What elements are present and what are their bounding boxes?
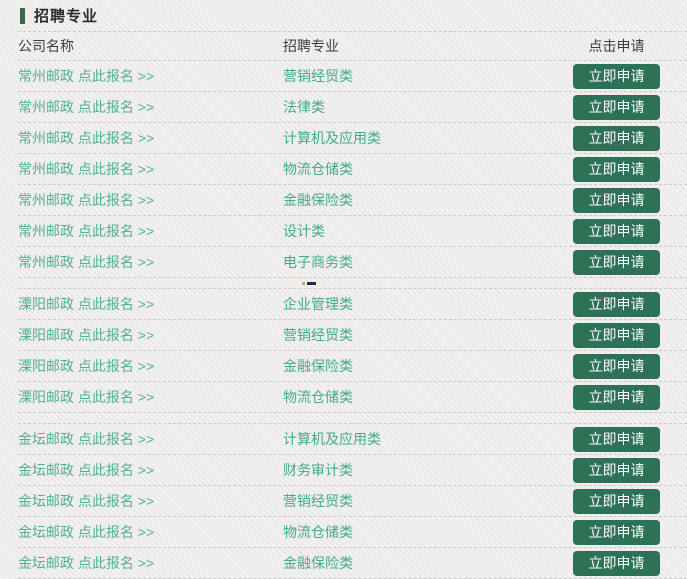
- table-row: 常州邮政 点此报名 >> 金融保险类 立即申请: [18, 185, 687, 216]
- table-row: 金坛邮政 点此报名 >> 计算机及应用类 立即申请: [18, 424, 687, 455]
- table-row: 金坛邮政 点此报名 >> 营销经贸类 立即申请: [18, 486, 687, 517]
- company-signup-link[interactable]: 常州邮政 点此报名 >>: [18, 66, 283, 86]
- table-row: 常州邮政 点此报名 >> 计算机及应用类 立即申请: [18, 123, 687, 154]
- apply-button[interactable]: 立即申请: [573, 63, 660, 89]
- apply-cell: 立即申请: [573, 353, 687, 379]
- table-row: 溧阳邮政 点此报名 >> 金融保险类 立即申请: [18, 351, 687, 382]
- apply-cell: 立即申请: [573, 426, 687, 452]
- apply-cell: 立即申请: [573, 322, 687, 348]
- table-row: 溧阳邮政 点此报名 >> 企业管理类 立即申请: [18, 289, 687, 320]
- apply-button[interactable]: 立即申请: [573, 218, 660, 244]
- apply-button[interactable]: 立即申请: [573, 384, 660, 410]
- company-signup-link[interactable]: 溧阳邮政 点此报名 >>: [18, 325, 283, 345]
- apply-cell: 立即申请: [573, 125, 687, 151]
- apply-cell: 立即申请: [573, 249, 687, 275]
- apply-cell: 立即申请: [573, 156, 687, 182]
- table-row: 常州邮政 点此报名 >> 法律类 立即申请: [18, 92, 687, 123]
- apply-cell: 立即申请: [573, 291, 687, 317]
- company-signup-link[interactable]: 常州邮政 点此报名 >>: [18, 97, 283, 117]
- major-label: 营销经贸类: [283, 327, 353, 343]
- apply-button[interactable]: 立即申请: [573, 519, 660, 545]
- company-signup-link[interactable]: 溧阳邮政 点此报名 >>: [18, 387, 283, 407]
- major-label: 财务审计类: [283, 462, 353, 478]
- column-header-company: 公司名称: [18, 38, 74, 54]
- apply-cell: 立即申请: [573, 94, 687, 120]
- company-signup-link[interactable]: 金坛邮政 点此报名 >>: [18, 429, 283, 449]
- apply-cell: 立即申请: [573, 550, 687, 576]
- major-label: 物流仓储类: [283, 389, 353, 405]
- table-row: 常州邮政 点此报名 >> 营销经贸类 立即申请: [18, 61, 687, 92]
- major-label: 金融保险类: [283, 555, 353, 571]
- company-signup-link[interactable]: 溧阳邮政 点此报名 >>: [18, 294, 283, 314]
- major-label: 计算机及应用类: [283, 431, 381, 447]
- apply-button[interactable]: 立即申请: [573, 488, 660, 514]
- group-spacer: [18, 278, 687, 289]
- apply-button[interactable]: 立即申请: [573, 550, 660, 576]
- company-signup-link[interactable]: 常州邮政 点此报名 >>: [18, 252, 283, 272]
- apply-button[interactable]: 立即申请: [573, 249, 660, 275]
- recruitment-page: 招聘专业 公司名称 招聘专业 点击申请 常州邮政 点此报名 >> 营销经贸类 立…: [0, 0, 687, 579]
- table-row: 金坛邮政 点此报名 >> 金融保险类 立即申请: [18, 548, 687, 579]
- table-row: 金坛邮政 点此报名 >> 物流仓储类 立即申请: [18, 517, 687, 548]
- accent-bar-icon: [20, 7, 25, 24]
- major-label: 企业管理类: [283, 296, 353, 312]
- company-signup-link[interactable]: 金坛邮政 点此报名 >>: [18, 460, 283, 480]
- table-row: 溧阳邮政 点此报名 >> 物流仓储类 立即申请: [18, 382, 687, 413]
- apply-button[interactable]: 立即申请: [573, 156, 660, 182]
- group-spacer: [18, 413, 687, 424]
- table-row: 常州邮政 点此报名 >> 物流仓储类 立即申请: [18, 154, 687, 185]
- apply-cell: 立即申请: [573, 519, 687, 545]
- major-label: 计算机及应用类: [283, 130, 381, 146]
- apply-cell: 立即申请: [573, 187, 687, 213]
- major-label: 金融保险类: [283, 192, 353, 208]
- major-label: 法律类: [283, 99, 325, 115]
- column-header-apply: 点击申请: [588, 38, 645, 54]
- company-signup-link[interactable]: 金坛邮政 点此报名 >>: [18, 491, 283, 511]
- major-label: 物流仓储类: [283, 524, 353, 540]
- apply-cell: 立即申请: [573, 488, 687, 514]
- company-signup-link[interactable]: 常州邮政 点此报名 >>: [18, 221, 283, 241]
- apply-button[interactable]: 立即申请: [573, 457, 660, 483]
- major-label: 营销经贸类: [283, 68, 353, 84]
- major-label: 物流仓储类: [283, 161, 353, 177]
- apply-cell: 立即申请: [573, 384, 687, 410]
- column-header-major: 招聘专业: [283, 38, 339, 54]
- apply-button[interactable]: 立即申请: [573, 94, 660, 120]
- table-body: 常州邮政 点此报名 >> 营销经贸类 立即申请 常州邮政 点此报名 >> 法律类…: [18, 61, 687, 579]
- apply-cell: 立即申请: [573, 218, 687, 244]
- major-label: 设计类: [283, 223, 325, 239]
- page-title: 招聘专业: [34, 8, 99, 25]
- company-signup-link[interactable]: 常州邮政 点此报名 >>: [18, 190, 283, 210]
- company-signup-link[interactable]: 金坛邮政 点此报名 >>: [18, 522, 283, 542]
- apply-cell: 立即申请: [573, 63, 687, 89]
- section-title-bar: 招聘专业: [18, 0, 687, 32]
- apply-button[interactable]: 立即申请: [573, 322, 660, 348]
- table-row: 溧阳邮政 点此报名 >> 营销经贸类 立即申请: [18, 320, 687, 351]
- apply-button[interactable]: 立即申请: [573, 125, 660, 151]
- company-signup-link[interactable]: 常州邮政 点此报名 >>: [18, 128, 283, 148]
- table-row: 常州邮政 点此报名 >> 电子商务类 立即申请: [18, 247, 687, 278]
- tiny-artifact-icon: [302, 282, 316, 285]
- apply-cell: 立即申请: [573, 457, 687, 483]
- company-signup-link[interactable]: 金坛邮政 点此报名 >>: [18, 553, 283, 573]
- major-label: 营销经贸类: [283, 493, 353, 509]
- apply-button[interactable]: 立即申请: [573, 353, 660, 379]
- table-row: 常州邮政 点此报名 >> 设计类 立即申请: [18, 216, 687, 247]
- apply-button[interactable]: 立即申请: [573, 187, 660, 213]
- major-label: 金融保险类: [283, 358, 353, 374]
- apply-button[interactable]: 立即申请: [573, 426, 660, 452]
- table-header-row: 公司名称 招聘专业 点击申请: [18, 32, 687, 61]
- apply-button[interactable]: 立即申请: [573, 291, 660, 317]
- table-row: 金坛邮政 点此报名 >> 财务审计类 立即申请: [18, 455, 687, 486]
- major-label: 电子商务类: [283, 254, 353, 270]
- company-signup-link[interactable]: 常州邮政 点此报名 >>: [18, 159, 283, 179]
- company-signup-link[interactable]: 溧阳邮政 点此报名 >>: [18, 356, 283, 376]
